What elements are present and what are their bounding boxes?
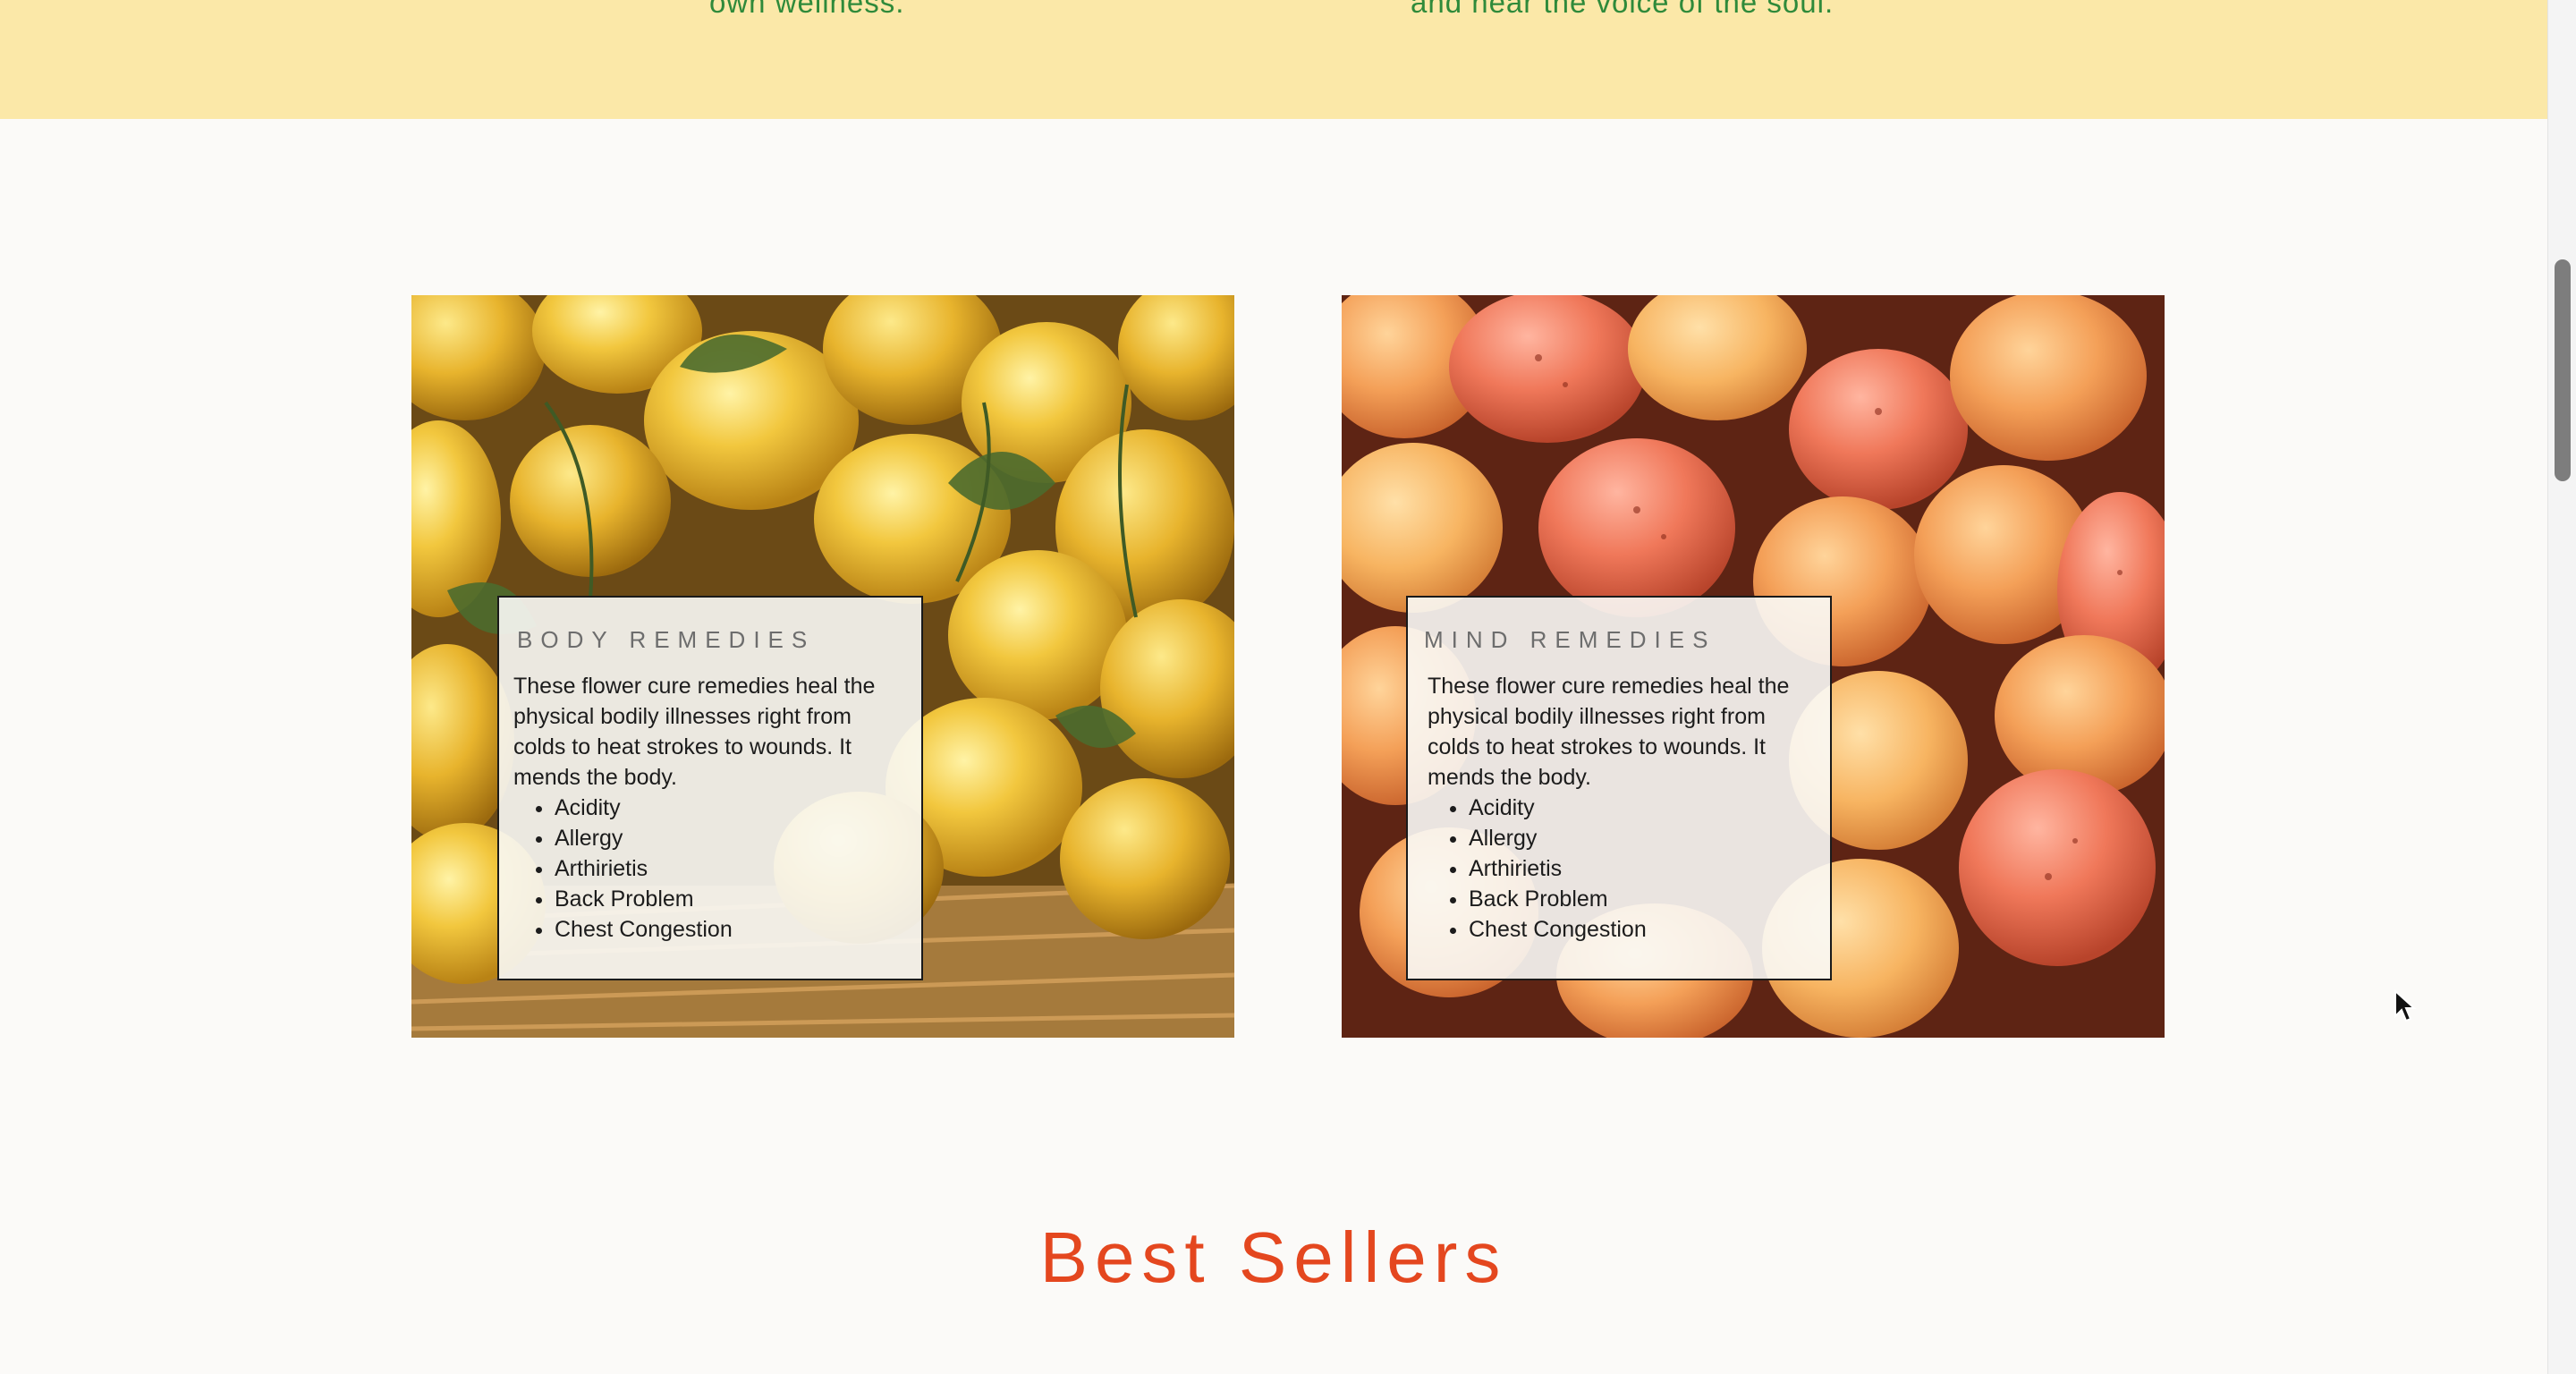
list-item: Allergy: [1469, 823, 1812, 853]
list-item: Back Problem: [1469, 884, 1812, 914]
list-item: Acidity: [555, 793, 903, 823]
list-item: Chest Congestion: [555, 914, 903, 945]
card-title: MIND REMEDIES: [1424, 626, 1716, 653]
body-remedies-card[interactable]: BODY REMEDIES These flower cure remedies…: [411, 295, 1234, 1038]
vertical-scrollbar[interactable]: [2547, 0, 2576, 1374]
list-item: Arthirietis: [1469, 853, 1812, 884]
scrollbar-thumb[interactable]: [2555, 259, 2571, 481]
list-item: Arthirietis: [555, 853, 903, 884]
best-sellers-heading: Best Sellers: [1039, 1217, 1508, 1297]
remedy-list: Acidity Allergy Arthirietis Back Problem…: [1422, 793, 1812, 945]
mind-remedies-card[interactable]: MIND REMEDIES These flower cure remedies…: [1342, 295, 2165, 1038]
card-description: These flower cure remedies heal the phys…: [513, 674, 876, 790]
intro-text-right: and hear the voice of the soul.: [1411, 0, 1835, 19]
intro-band: own wellness. and hear the voice of the …: [0, 0, 2547, 119]
list-item: Allergy: [555, 823, 903, 853]
card-description: These flower cure remedies heal the phys…: [1428, 674, 1790, 790]
remedy-list: Acidity Allergy Arthirietis Back Problem…: [513, 793, 903, 945]
body-remedies-info-box: BODY REMEDIES These flower cure remedies…: [497, 596, 923, 980]
mind-remedies-info-box: MIND REMEDIES These flower cure remedies…: [1406, 596, 1832, 980]
card-title: BODY REMEDIES: [517, 626, 816, 653]
list-item: Back Problem: [555, 884, 903, 914]
intro-text-left: own wellness.: [709, 0, 905, 19]
arrow-cursor-icon: [2394, 988, 2417, 1023]
page: own wellness. and hear the voice of the …: [0, 0, 2547, 1374]
list-item: Acidity: [1469, 793, 1812, 823]
list-item: Chest Congestion: [1469, 914, 1812, 945]
